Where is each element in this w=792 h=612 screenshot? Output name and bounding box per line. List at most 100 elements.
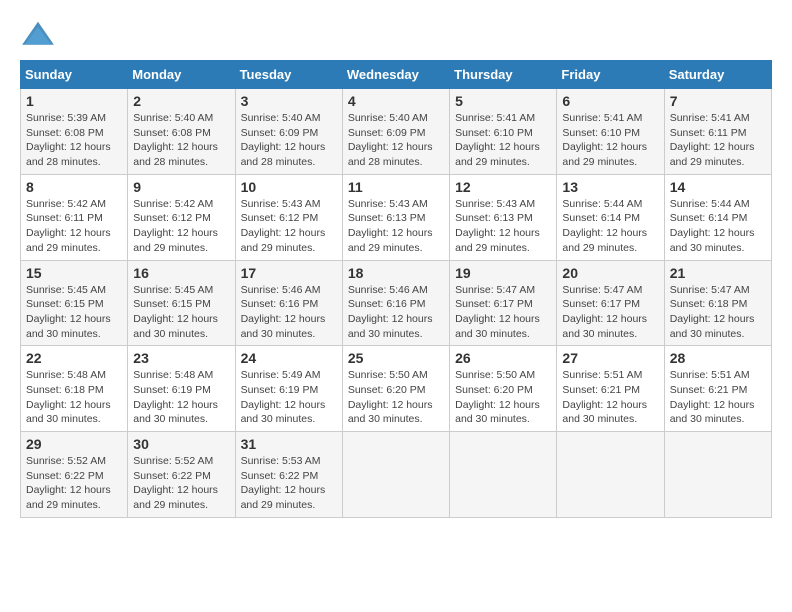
day-number: 1 — [26, 93, 122, 109]
day-number: 4 — [348, 93, 444, 109]
calendar-day-cell: 24 Sunrise: 5:49 AM Sunset: 6:19 PM Dayl… — [235, 346, 342, 432]
day-number: 25 — [348, 350, 444, 366]
weekday-header-cell: Friday — [557, 61, 664, 89]
day-info: Sunrise: 5:48 AM Sunset: 6:19 PM Dayligh… — [133, 368, 229, 427]
calendar-day-cell: 13 Sunrise: 5:44 AM Sunset: 6:14 PM Dayl… — [557, 174, 664, 260]
weekday-header-cell: Thursday — [450, 61, 557, 89]
day-info: Sunrise: 5:44 AM Sunset: 6:14 PM Dayligh… — [562, 197, 658, 256]
weekday-header-cell: Saturday — [664, 61, 771, 89]
day-info: Sunrise: 5:46 AM Sunset: 6:16 PM Dayligh… — [241, 283, 337, 342]
calendar-day-cell: 11 Sunrise: 5:43 AM Sunset: 6:13 PM Dayl… — [342, 174, 449, 260]
calendar-day-cell: 31 Sunrise: 5:53 AM Sunset: 6:22 PM Dayl… — [235, 432, 342, 518]
calendar-day-cell: 1 Sunrise: 5:39 AM Sunset: 6:08 PM Dayli… — [21, 89, 128, 175]
calendar-day-cell: 12 Sunrise: 5:43 AM Sunset: 6:13 PM Dayl… — [450, 174, 557, 260]
day-info: Sunrise: 5:47 AM Sunset: 6:17 PM Dayligh… — [455, 283, 551, 342]
calendar-day-cell: 4 Sunrise: 5:40 AM Sunset: 6:09 PM Dayli… — [342, 89, 449, 175]
day-info: Sunrise: 5:51 AM Sunset: 6:21 PM Dayligh… — [670, 368, 766, 427]
calendar-day-cell: 25 Sunrise: 5:50 AM Sunset: 6:20 PM Dayl… — [342, 346, 449, 432]
calendar-day-cell: 26 Sunrise: 5:50 AM Sunset: 6:20 PM Dayl… — [450, 346, 557, 432]
day-number: 3 — [241, 93, 337, 109]
calendar-day-cell: 9 Sunrise: 5:42 AM Sunset: 6:12 PM Dayli… — [128, 174, 235, 260]
day-number: 5 — [455, 93, 551, 109]
day-number: 20 — [562, 265, 658, 281]
calendar-day-cell: 22 Sunrise: 5:48 AM Sunset: 6:18 PM Dayl… — [21, 346, 128, 432]
calendar-day-cell: 8 Sunrise: 5:42 AM Sunset: 6:11 PM Dayli… — [21, 174, 128, 260]
calendar-day-cell: 17 Sunrise: 5:46 AM Sunset: 6:16 PM Dayl… — [235, 260, 342, 346]
day-number: 16 — [133, 265, 229, 281]
day-info: Sunrise: 5:47 AM Sunset: 6:18 PM Dayligh… — [670, 283, 766, 342]
day-number: 22 — [26, 350, 122, 366]
day-number: 9 — [133, 179, 229, 195]
day-number: 26 — [455, 350, 551, 366]
calendar-body: 1 Sunrise: 5:39 AM Sunset: 6:08 PM Dayli… — [21, 89, 772, 518]
day-info: Sunrise: 5:49 AM Sunset: 6:19 PM Dayligh… — [241, 368, 337, 427]
day-info: Sunrise: 5:42 AM Sunset: 6:12 PM Dayligh… — [133, 197, 229, 256]
calendar-table: SundayMondayTuesdayWednesdayThursdayFrid… — [20, 60, 772, 518]
day-info: Sunrise: 5:46 AM Sunset: 6:16 PM Dayligh… — [348, 283, 444, 342]
calendar-week-row: 22 Sunrise: 5:48 AM Sunset: 6:18 PM Dayl… — [21, 346, 772, 432]
calendar-day-cell — [664, 432, 771, 518]
day-number: 2 — [133, 93, 229, 109]
calendar-week-row: 1 Sunrise: 5:39 AM Sunset: 6:08 PM Dayli… — [21, 89, 772, 175]
calendar-day-cell: 5 Sunrise: 5:41 AM Sunset: 6:10 PM Dayli… — [450, 89, 557, 175]
calendar-day-cell: 30 Sunrise: 5:52 AM Sunset: 6:22 PM Dayl… — [128, 432, 235, 518]
logo-icon — [20, 20, 56, 50]
calendar-week-row: 8 Sunrise: 5:42 AM Sunset: 6:11 PM Dayli… — [21, 174, 772, 260]
day-number: 8 — [26, 179, 122, 195]
day-info: Sunrise: 5:43 AM Sunset: 6:13 PM Dayligh… — [348, 197, 444, 256]
weekday-header-cell: Tuesday — [235, 61, 342, 89]
calendar-day-cell: 19 Sunrise: 5:47 AM Sunset: 6:17 PM Dayl… — [450, 260, 557, 346]
day-info: Sunrise: 5:51 AM Sunset: 6:21 PM Dayligh… — [562, 368, 658, 427]
calendar-day-cell: 23 Sunrise: 5:48 AM Sunset: 6:19 PM Dayl… — [128, 346, 235, 432]
day-number: 14 — [670, 179, 766, 195]
day-number: 31 — [241, 436, 337, 452]
calendar-day-cell: 14 Sunrise: 5:44 AM Sunset: 6:14 PM Dayl… — [664, 174, 771, 260]
day-info: Sunrise: 5:42 AM Sunset: 6:11 PM Dayligh… — [26, 197, 122, 256]
day-number: 11 — [348, 179, 444, 195]
day-number: 23 — [133, 350, 229, 366]
page-header — [20, 20, 772, 50]
day-info: Sunrise: 5:50 AM Sunset: 6:20 PM Dayligh… — [348, 368, 444, 427]
day-info: Sunrise: 5:44 AM Sunset: 6:14 PM Dayligh… — [670, 197, 766, 256]
day-info: Sunrise: 5:48 AM Sunset: 6:18 PM Dayligh… — [26, 368, 122, 427]
day-info: Sunrise: 5:43 AM Sunset: 6:12 PM Dayligh… — [241, 197, 337, 256]
day-info: Sunrise: 5:41 AM Sunset: 6:10 PM Dayligh… — [562, 111, 658, 170]
calendar-day-cell: 6 Sunrise: 5:41 AM Sunset: 6:10 PM Dayli… — [557, 89, 664, 175]
calendar-day-cell: 7 Sunrise: 5:41 AM Sunset: 6:11 PM Dayli… — [664, 89, 771, 175]
calendar-day-cell — [342, 432, 449, 518]
calendar-week-row: 15 Sunrise: 5:45 AM Sunset: 6:15 PM Dayl… — [21, 260, 772, 346]
calendar-day-cell: 3 Sunrise: 5:40 AM Sunset: 6:09 PM Dayli… — [235, 89, 342, 175]
day-info: Sunrise: 5:45 AM Sunset: 6:15 PM Dayligh… — [26, 283, 122, 342]
calendar-week-row: 29 Sunrise: 5:52 AM Sunset: 6:22 PM Dayl… — [21, 432, 772, 518]
day-info: Sunrise: 5:52 AM Sunset: 6:22 PM Dayligh… — [133, 454, 229, 513]
day-number: 13 — [562, 179, 658, 195]
calendar-day-cell — [557, 432, 664, 518]
logo — [20, 20, 60, 50]
calendar-day-cell: 28 Sunrise: 5:51 AM Sunset: 6:21 PM Dayl… — [664, 346, 771, 432]
day-info: Sunrise: 5:40 AM Sunset: 6:08 PM Dayligh… — [133, 111, 229, 170]
day-info: Sunrise: 5:45 AM Sunset: 6:15 PM Dayligh… — [133, 283, 229, 342]
calendar-day-cell: 18 Sunrise: 5:46 AM Sunset: 6:16 PM Dayl… — [342, 260, 449, 346]
calendar-day-cell: 21 Sunrise: 5:47 AM Sunset: 6:18 PM Dayl… — [664, 260, 771, 346]
day-info: Sunrise: 5:39 AM Sunset: 6:08 PM Dayligh… — [26, 111, 122, 170]
weekday-header-row: SundayMondayTuesdayWednesdayThursdayFrid… — [21, 61, 772, 89]
day-info: Sunrise: 5:43 AM Sunset: 6:13 PM Dayligh… — [455, 197, 551, 256]
day-number: 29 — [26, 436, 122, 452]
calendar-day-cell — [450, 432, 557, 518]
day-info: Sunrise: 5:40 AM Sunset: 6:09 PM Dayligh… — [241, 111, 337, 170]
day-info: Sunrise: 5:41 AM Sunset: 6:11 PM Dayligh… — [670, 111, 766, 170]
calendar-day-cell: 10 Sunrise: 5:43 AM Sunset: 6:12 PM Dayl… — [235, 174, 342, 260]
calendar-day-cell: 16 Sunrise: 5:45 AM Sunset: 6:15 PM Dayl… — [128, 260, 235, 346]
weekday-header-cell: Monday — [128, 61, 235, 89]
calendar-day-cell: 15 Sunrise: 5:45 AM Sunset: 6:15 PM Dayl… — [21, 260, 128, 346]
day-number: 10 — [241, 179, 337, 195]
day-info: Sunrise: 5:41 AM Sunset: 6:10 PM Dayligh… — [455, 111, 551, 170]
day-number: 15 — [26, 265, 122, 281]
day-number: 24 — [241, 350, 337, 366]
weekday-header-cell: Wednesday — [342, 61, 449, 89]
calendar-day-cell: 20 Sunrise: 5:47 AM Sunset: 6:17 PM Dayl… — [557, 260, 664, 346]
day-info: Sunrise: 5:52 AM Sunset: 6:22 PM Dayligh… — [26, 454, 122, 513]
day-number: 12 — [455, 179, 551, 195]
calendar-day-cell: 29 Sunrise: 5:52 AM Sunset: 6:22 PM Dayl… — [21, 432, 128, 518]
day-number: 21 — [670, 265, 766, 281]
